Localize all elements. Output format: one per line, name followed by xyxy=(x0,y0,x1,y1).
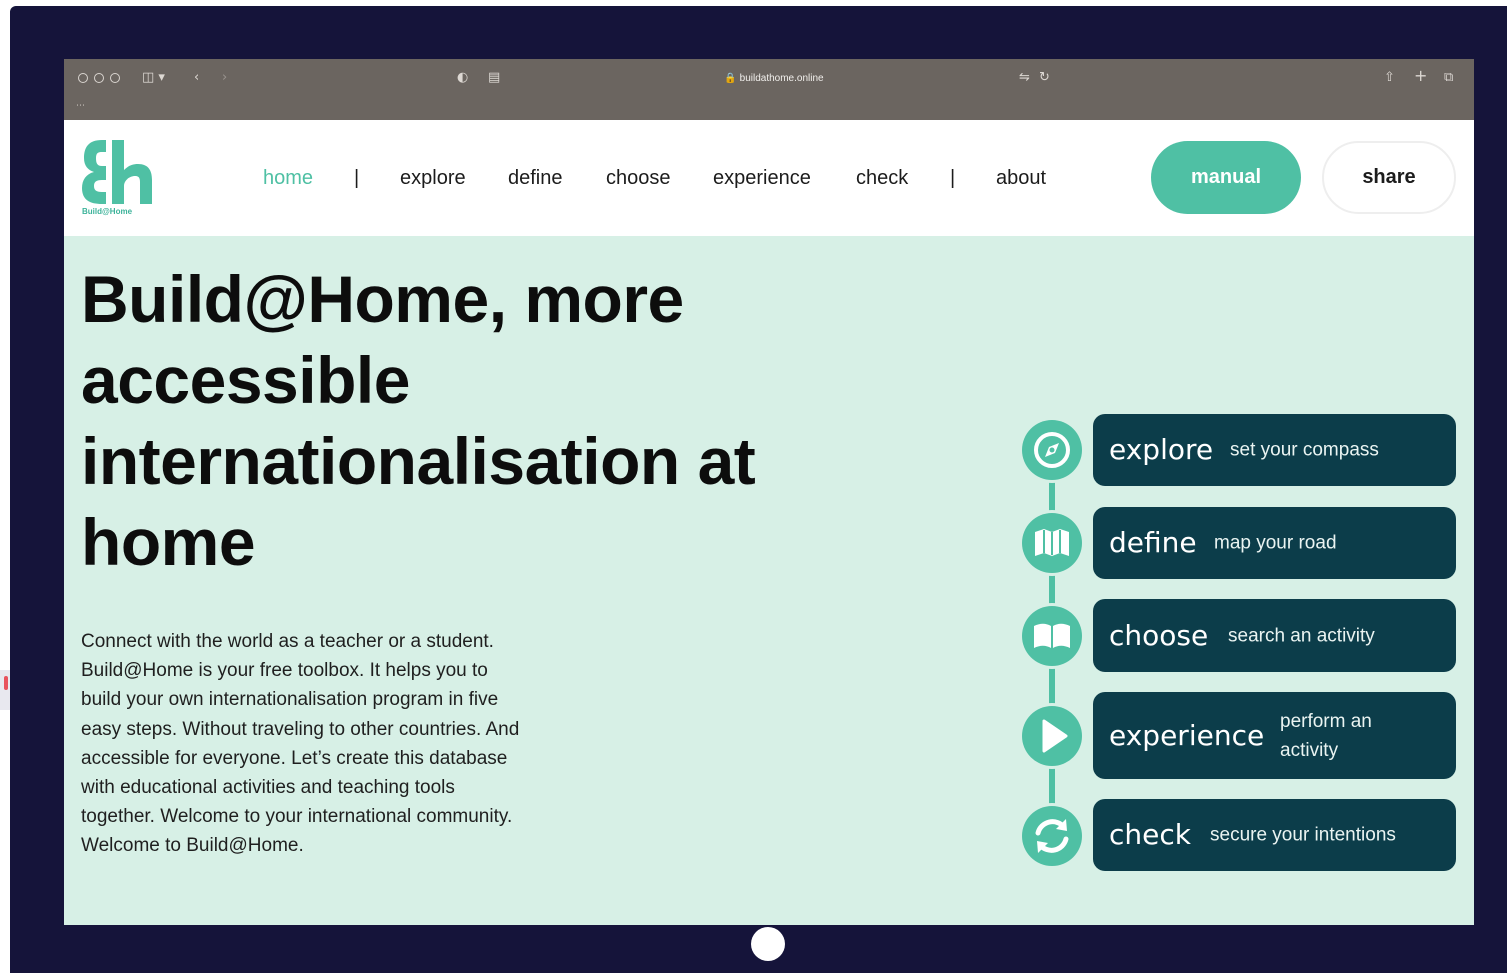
step-name: choose xyxy=(1109,618,1209,652)
step-name: experience xyxy=(1109,718,1265,752)
step-description: map your road xyxy=(1214,532,1337,554)
step-name: check xyxy=(1109,817,1191,851)
step-name: explore xyxy=(1109,432,1214,466)
play-icon[interactable] xyxy=(1022,706,1082,766)
step-description: set your compass xyxy=(1230,439,1379,461)
nav-choose[interactable]: choose xyxy=(606,120,671,236)
step-choose[interactable]: choose search an activity xyxy=(1093,599,1456,672)
step-define[interactable]: define map your road xyxy=(1093,507,1456,579)
window-controls[interactable] xyxy=(78,73,120,83)
close-window-icon[interactable] xyxy=(78,73,88,83)
hero-description: Connect with the world as a teacher or a… xyxy=(81,631,520,857)
share-button[interactable]: share xyxy=(1322,141,1456,214)
lock-icon: 🔒 xyxy=(724,73,737,84)
logo-caption: Build@Home xyxy=(82,207,133,216)
minimize-window-icon[interactable] xyxy=(94,73,104,83)
nav-check[interactable]: check xyxy=(856,120,908,236)
step-description: perform an activity xyxy=(1280,710,1372,761)
refresh-icon[interactable] xyxy=(1022,806,1082,866)
nav-define[interactable]: define xyxy=(508,120,563,236)
browser-toolbar: ◫ ▾ ‹ › ◐ ▤ 🔒 buildathome.online ⇋ ↻ ⇧ +… xyxy=(64,59,1474,120)
home-button[interactable] xyxy=(751,927,785,961)
maximize-window-icon[interactable] xyxy=(110,73,120,83)
step-description: search an activity xyxy=(1228,625,1375,646)
share-page-icon[interactable]: ⇧ xyxy=(1384,70,1395,86)
map-icon[interactable] xyxy=(1022,513,1082,573)
nav-about[interactable]: about xyxy=(996,120,1046,236)
step-description: secure your intentions xyxy=(1210,824,1396,846)
reload-icon[interactable]: ↻ xyxy=(1039,70,1050,86)
step-name: define xyxy=(1109,525,1197,559)
address-bar-url: buildathome.online xyxy=(739,73,824,84)
nav-separator: | xyxy=(354,167,360,189)
nav-experience[interactable]: experience xyxy=(713,120,811,236)
tab-grid-icon[interactable]: ⋯ xyxy=(76,101,85,111)
book-icon[interactable] xyxy=(1022,606,1082,666)
step-experience[interactable]: experience perform an activity xyxy=(1093,692,1456,779)
site-header: Build@Home home | explore define choose … xyxy=(64,120,1474,236)
tab-overview-icon[interactable]: ⧉ xyxy=(1444,70,1453,86)
edge-fragment xyxy=(0,670,10,710)
address-bar[interactable]: 🔒 buildathome.online xyxy=(624,71,924,87)
hero-title: Build@Home, more accessible internationa… xyxy=(81,262,756,579)
reader-icon[interactable]: ▤ xyxy=(488,70,500,86)
privacy-shield-icon[interactable]: ◐ xyxy=(457,70,468,86)
nav-home[interactable]: home xyxy=(263,120,313,236)
step-check[interactable]: check secure your intentions xyxy=(1093,799,1456,871)
manual-button[interactable]: manual xyxy=(1151,141,1301,214)
browser-window: ◫ ▾ ‹ › ◐ ▤ 🔒 buildathome.online ⇋ ↻ ⇧ +… xyxy=(64,59,1474,925)
back-icon[interactable]: ‹ xyxy=(194,70,199,86)
translate-icon[interactable]: ⇋ xyxy=(1019,70,1030,86)
forward-icon[interactable]: › xyxy=(222,70,227,86)
sidebar-toggle-icon[interactable]: ◫ ▾ xyxy=(142,70,165,86)
step-explore[interactable]: explore set your compass xyxy=(1093,414,1456,486)
compass-icon[interactable] xyxy=(1022,420,1082,480)
nav-explore[interactable]: explore xyxy=(400,120,466,236)
new-tab-icon[interactable]: + xyxy=(1414,68,1427,84)
nav-separator: | xyxy=(950,167,956,189)
